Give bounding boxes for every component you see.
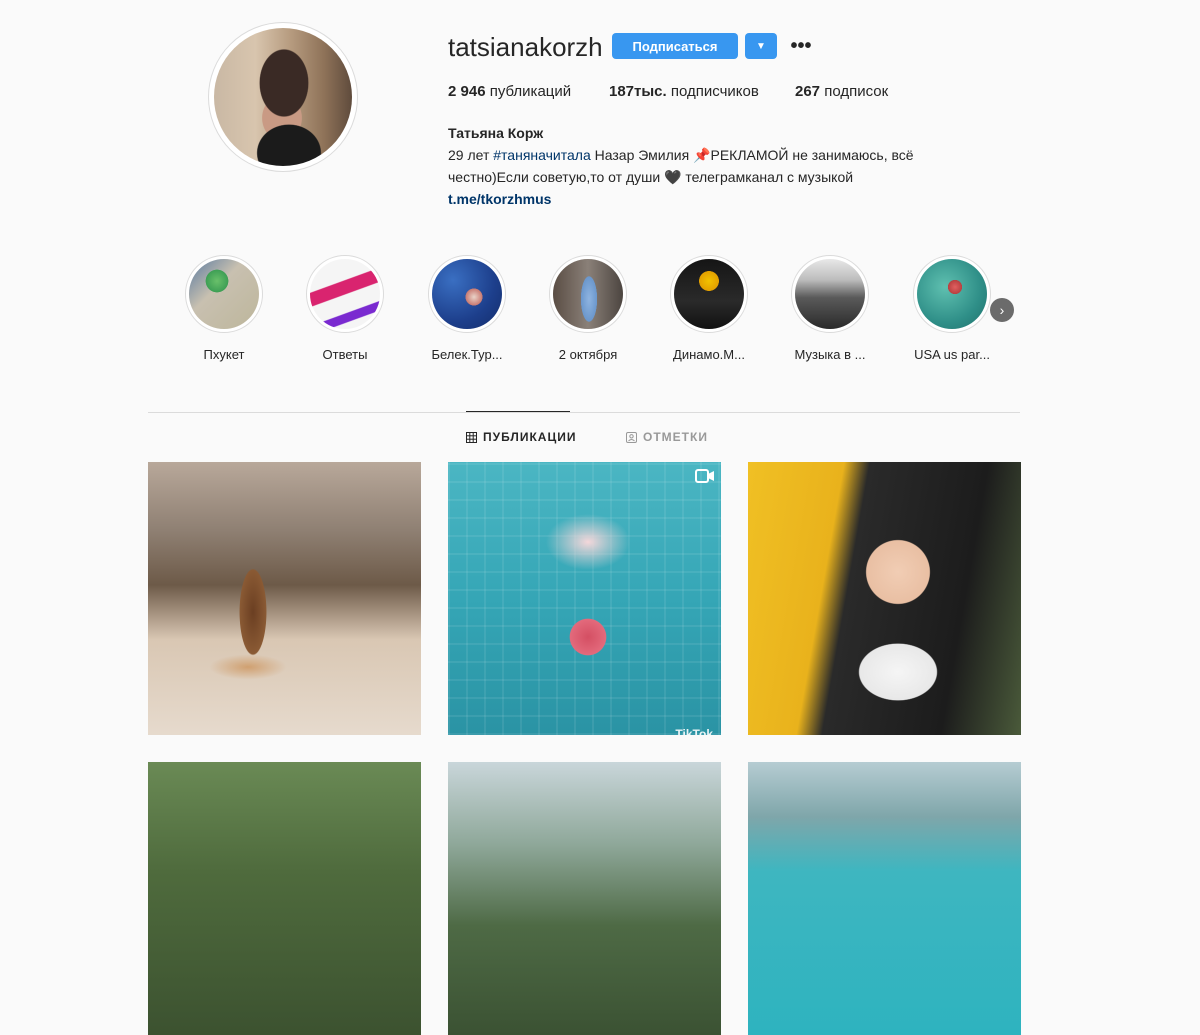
highlight-label: USA us par... [914, 347, 990, 362]
post-thumbnail[interactable] [148, 762, 421, 1035]
followers-label: подписчиков [670, 83, 759, 100]
posts-label: публикаций [489, 83, 572, 100]
active-tab-indicator [466, 411, 570, 412]
followers-count: 187тыс. [609, 83, 667, 100]
following-stat[interactable]: 267 подписок [795, 83, 888, 100]
followers-stat[interactable]: 187тыс. подписчиков [609, 83, 759, 100]
following-count: 267 [795, 83, 821, 100]
post-thumbnail[interactable] [748, 762, 1021, 1035]
highlight-item[interactable]: Музыка в ... [780, 255, 880, 362]
suggested-accounts-button[interactable]: ▼ [745, 33, 777, 59]
bio-line-2: честно)Если советую,то от души 🖤 телегра… [448, 169, 854, 185]
highlights-next-button[interactable]: › [990, 298, 1014, 322]
highlight-label: 2 октября [558, 347, 618, 362]
chevron-right-icon: › [999, 302, 1005, 318]
highlight-cover [553, 259, 623, 329]
highlight-item[interactable]: Ответы [295, 255, 395, 362]
highlight-item[interactable]: 2 октября [538, 255, 638, 362]
profile-avatar[interactable] [208, 22, 358, 172]
tab-posts[interactable]: ПУБЛИКАЦИИ [466, 430, 576, 444]
bio-line-1-text: Назар Эмилия 📌РЕКЛАМОЙ не занимаюсь, всё [594, 147, 914, 163]
more-options-icon: ••• [790, 35, 812, 57]
tagged-user-icon [626, 431, 637, 443]
grid-icon [466, 431, 477, 443]
highlight-item[interactable]: Динамо.М... [659, 255, 759, 362]
tab-tagged-label: ОТМЕТКИ [643, 430, 708, 444]
follow-button[interactable]: Подписаться [612, 33, 738, 59]
post-thumbnail[interactable] [148, 462, 421, 735]
chevron-down-icon: ▼ [756, 40, 766, 52]
profile-bio: Татьяна Корж 29 лет #таняначитала Назар … [448, 122, 1008, 210]
tiktok-watermark: TikTok [675, 727, 713, 735]
highlight-cover [795, 259, 865, 329]
highlight-cover [674, 259, 744, 329]
highlight-label: Ответы [322, 347, 368, 362]
following-label: подписок [824, 83, 889, 100]
posts-count: 2 946 [448, 83, 486, 100]
highlight-item[interactable]: Белек.Тур... [417, 255, 517, 362]
profile-username: tatsianakorzh [448, 32, 603, 62]
highlight-item[interactable]: USA us par... [902, 255, 1002, 362]
highlight-label: Пхукет [203, 347, 245, 362]
post-thumbnail[interactable]: TikTok [448, 462, 721, 735]
avatar-image [214, 28, 352, 166]
highlight-label: Белек.Тур... [431, 347, 503, 362]
profile-full-name: Татьяна Корж [448, 125, 544, 141]
post-thumbnail[interactable] [748, 462, 1021, 735]
highlight-cover [189, 259, 259, 329]
highlight-cover [917, 259, 987, 329]
tab-posts-label: ПУБЛИКАЦИИ [483, 430, 577, 444]
tabs-divider [148, 412, 1020, 413]
posts-stat: 2 946 публикаций [448, 83, 571, 100]
highlight-label: Динамо.М... [673, 347, 745, 362]
story-highlights: Пхукет Ответы Белек.Тур... 2 октября Дин… [180, 255, 1020, 375]
highlight-item[interactable]: Пхукет [174, 255, 274, 362]
video-icon [695, 469, 714, 483]
highlight-cover [310, 259, 380, 329]
highlight-label: Музыка в ... [794, 347, 866, 362]
bio-age: 29 лет [448, 147, 490, 163]
highlight-cover [432, 259, 502, 329]
bio-hashtag-link[interactable]: #таняначитала [493, 147, 590, 163]
post-thumbnail[interactable] [448, 762, 721, 1035]
tab-tagged[interactable]: ОТМЕТКИ [626, 430, 708, 444]
more-options-button[interactable]: ••• [788, 33, 814, 59]
bio-line-1: 29 лет #таняначитала Назар Эмилия 📌РЕКЛА… [448, 144, 1008, 166]
bio-external-link[interactable]: t.me/tkorzhmus [448, 191, 551, 207]
